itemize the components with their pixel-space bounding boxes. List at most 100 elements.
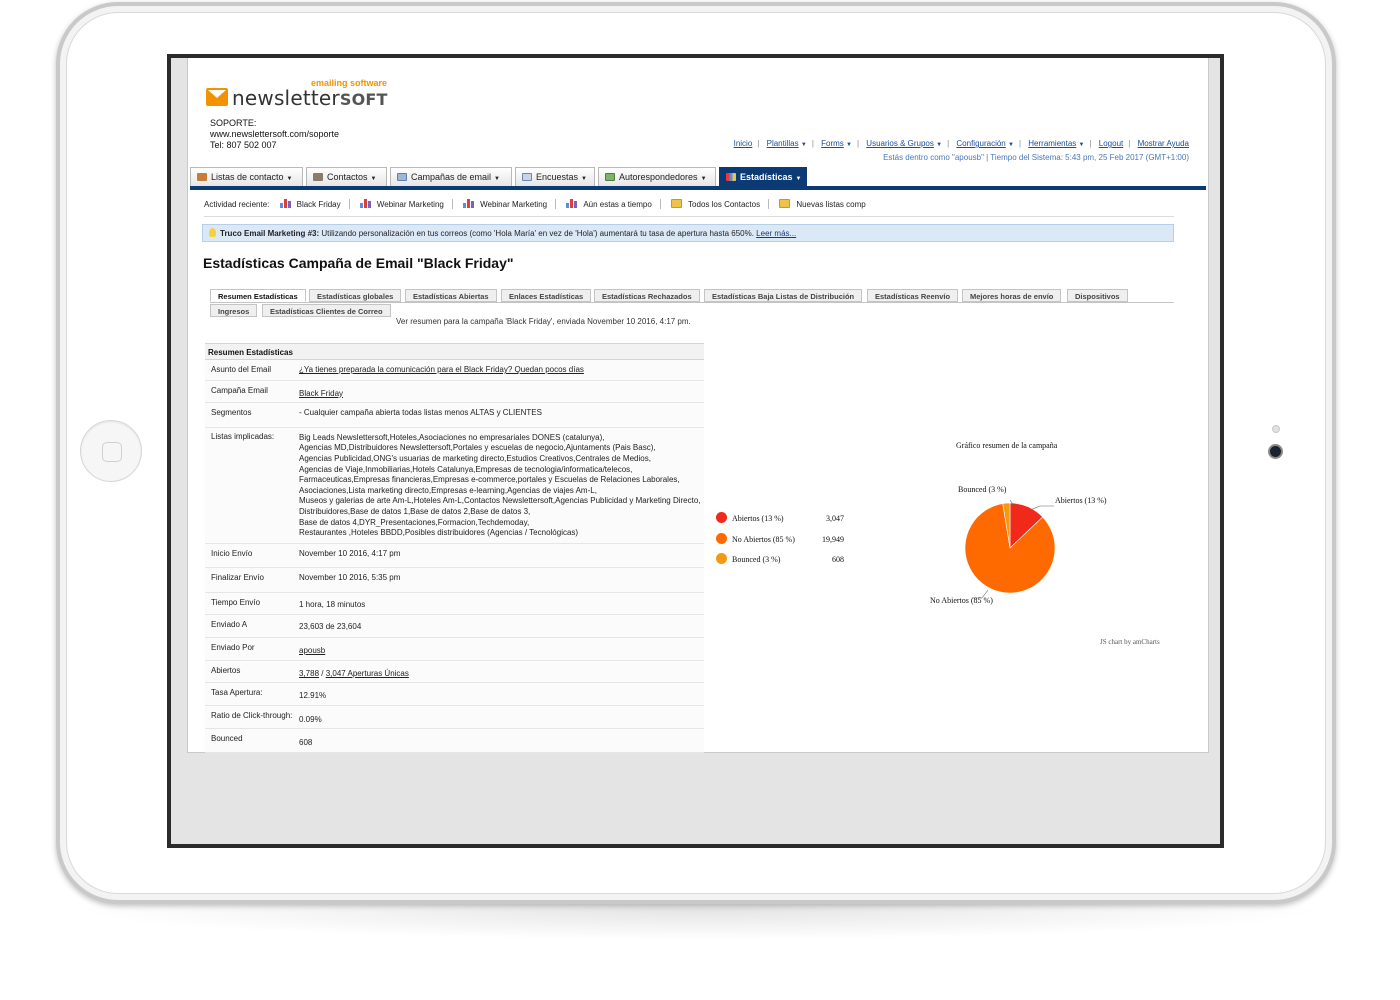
legend-marker [716, 553, 727, 564]
chevron-down-icon: ▼ [370, 176, 377, 182]
bar-chart-icon [726, 173, 736, 181]
support-info: SOPORTE: www.newslettersoft.com/soporte … [210, 118, 339, 151]
chevron-down-icon: ▼ [846, 142, 852, 148]
camera-icon [1268, 444, 1283, 459]
legend-item[interactable]: No Abiertos (85 %) 19,949 [714, 531, 854, 552]
subtab-clientes-de-correo[interactable]: Estadísticas Clientes de Correo [262, 304, 391, 317]
bounced-value: 608 [299, 738, 313, 748]
row-label: Finalizar Envío [211, 573, 264, 583]
newslettersoft-logo[interactable]: emailing software newsletterSOFT [206, 78, 391, 120]
folder-icon [671, 199, 683, 208]
legend-item[interactable]: Bounced (3 %) 608 [714, 551, 854, 572]
nav-mostrar-ayuda[interactable]: Mostrar Ayuda [1138, 139, 1189, 148]
duration-value: 1 hora, 18 minutos [299, 599, 366, 609]
nav-forms[interactable]: Forms [821, 139, 844, 148]
row-label: Enviado A [211, 619, 248, 629]
subtab-estadisticas-globales[interactable]: Estadísticas globales [309, 289, 402, 302]
subtab-mejores-horas[interactable]: Mejores horas de envío [962, 289, 1062, 302]
stats-table-heading: Resumen Estadísticas [205, 343, 704, 360]
recent-activity: Actividad reciente: Black Friday Webinar… [204, 199, 1174, 213]
tab-listas-de-contacto[interactable]: Listas de contacto ▼ [190, 167, 303, 186]
envelope-icon [206, 88, 228, 106]
table-row: Finalizar Envío November 10 2016, 5:35 pm [205, 568, 704, 593]
open-rate-value: 12.91% [299, 691, 327, 701]
read-more-link[interactable]: Leer más... [756, 229, 796, 238]
recent-item[interactable]: Webinar Marketing [463, 199, 547, 209]
recent-item[interactable]: Webinar Marketing [359, 199, 444, 209]
system-info: Estás dentro como "apousb" | Tiempo del … [883, 153, 1189, 162]
recent-item[interactable]: Nuevas listas comp [779, 199, 866, 209]
chevron-down-icon: ▼ [700, 176, 707, 182]
pie-label-no-abiertos: No Abiertos (85 %) [930, 596, 993, 605]
email-subject-link[interactable]: ¿Ya tienes preparada la comunicación par… [299, 365, 584, 374]
main-tabs: Listas de contacto ▼ Contactos ▼ Campañas … [190, 167, 1206, 186]
chevron-down-icon: ▼ [1008, 142, 1014, 148]
home-square-icon [102, 442, 122, 462]
tip-banner: Truco Email Marketing #3: Utilizando per… [202, 224, 1174, 242]
bar-chart-icon [359, 199, 371, 208]
nav-configuracion[interactable]: Configuración [956, 139, 1005, 148]
unique-opens-link[interactable]: 3,047 Aperturas Únicas [326, 669, 409, 678]
subtab-resumen-estadisticas[interactable]: Resumen Estadísticas [210, 289, 306, 302]
subtab-estadisticas-baja-listas[interactable]: Estadísticas Baja Listas de Distribución [704, 289, 863, 302]
table-row: Asunto del Email ¿Ya tienes preparada la … [205, 360, 704, 381]
row-label: Segmentos [211, 408, 252, 418]
row-label: Tasa Apertura: [211, 688, 263, 698]
nav-logout[interactable]: Logout [1099, 139, 1123, 148]
tab-estadisticas[interactable]: Estadísticas ▼ [719, 167, 807, 186]
nav-plantillas[interactable]: Plantillas [767, 139, 799, 148]
recent-item[interactable]: Aún estas a tiempo [566, 199, 652, 209]
support-phone: Tel: 807 502 007 [210, 140, 277, 150]
page-title: Estadísticas Campaña de Email "Black Fri… [203, 255, 514, 271]
tab-encuestas[interactable]: Encuestas ▼ [515, 167, 595, 186]
nav-herramientas[interactable]: Herramientas [1028, 139, 1076, 148]
chevron-down-icon: ▼ [1078, 142, 1085, 148]
email-icon [397, 173, 407, 181]
home-button[interactable] [80, 420, 142, 482]
recent-item[interactable]: Black Friday [279, 199, 341, 209]
recent-item[interactable]: Todos los Contactos [671, 199, 760, 209]
legend-marker [716, 532, 727, 544]
chevron-down-icon: ▼ [494, 176, 500, 182]
stats-summary-table: Resumen Estadísticas Asunto del Email ¿Ya… [205, 343, 704, 754]
subtab-estadisticas-reenvio[interactable]: Estadísticas Reenvío [867, 289, 959, 302]
chart-legend: Abiertos (13 %) 3,047 No Abiertos (85 %) 1… [714, 510, 854, 572]
tab-contactos[interactable]: Contactos ▼ [306, 167, 387, 186]
app-window: emailing software newsletterSOFT SOPORTE… [187, 58, 1209, 754]
row-label: Asunto del Email [211, 365, 272, 374]
subtab-ingresos[interactable]: Ingresos [210, 304, 258, 317]
logo-word: newsletterSOFT [232, 86, 388, 110]
sender-link[interactable]: apousb [299, 646, 325, 655]
subtab-estadisticas-abiertas[interactable]: Estadísticas Abiertas [405, 289, 497, 302]
ctr-value: 0.09% [299, 714, 322, 724]
subtab-enlaces-estadisticas[interactable]: Enlaces Estadísticas [501, 289, 592, 302]
subtab-estadisticas-rechazados[interactable]: Estadísticas Rechazados [594, 289, 700, 302]
campaign-link[interactable]: Black Friday [299, 389, 343, 398]
tab-autorespondedores[interactable]: Autorespondedores ▼ [598, 167, 716, 186]
tip-text: Utilizando personalización en tus correo… [319, 229, 754, 238]
subtab-dispositivos[interactable]: Dispositivos [1067, 289, 1128, 302]
address-book-icon [197, 173, 207, 181]
lists-value: Big Leads Newslettersoft,Hoteles,Asociac… [299, 432, 701, 538]
sensor-icon [1272, 425, 1280, 433]
table-row: Ratio de Click-through: 0.09% [205, 705, 704, 730]
support-url: www.newslettersoft.com/soporte [210, 129, 340, 139]
row-label: Tiempo Envío [211, 597, 261, 607]
legend-marker [716, 512, 727, 523]
survey-icon [522, 173, 532, 181]
lightbulb-icon [209, 228, 216, 237]
bar-chart-icon [463, 199, 475, 208]
nav-inicio[interactable]: Inicio [734, 139, 753, 148]
row-label: Abiertos [211, 665, 241, 675]
end-value: November 10 2016, 5:35 pm [299, 573, 401, 583]
legend-item[interactable]: Abiertos (13 %) 3,047 [714, 510, 854, 531]
table-row: Tasa Apertura: 12.91% [205, 683, 704, 706]
chevron-down-icon: ▼ [581, 176, 587, 182]
chart-title: Gráfico resumen de la campaña [956, 441, 1058, 450]
bar-chart-icon [279, 199, 291, 208]
chevron-down-icon: ▼ [795, 176, 802, 182]
total-opens-link[interactable]: 3,788 [299, 669, 319, 678]
tab-campanas-de-email[interactable]: Campañas de email ▼ [390, 167, 512, 186]
subtabs-baseline [210, 302, 1174, 303]
nav-usuarios-grupos[interactable]: Usuarios & Grupos [866, 139, 934, 148]
